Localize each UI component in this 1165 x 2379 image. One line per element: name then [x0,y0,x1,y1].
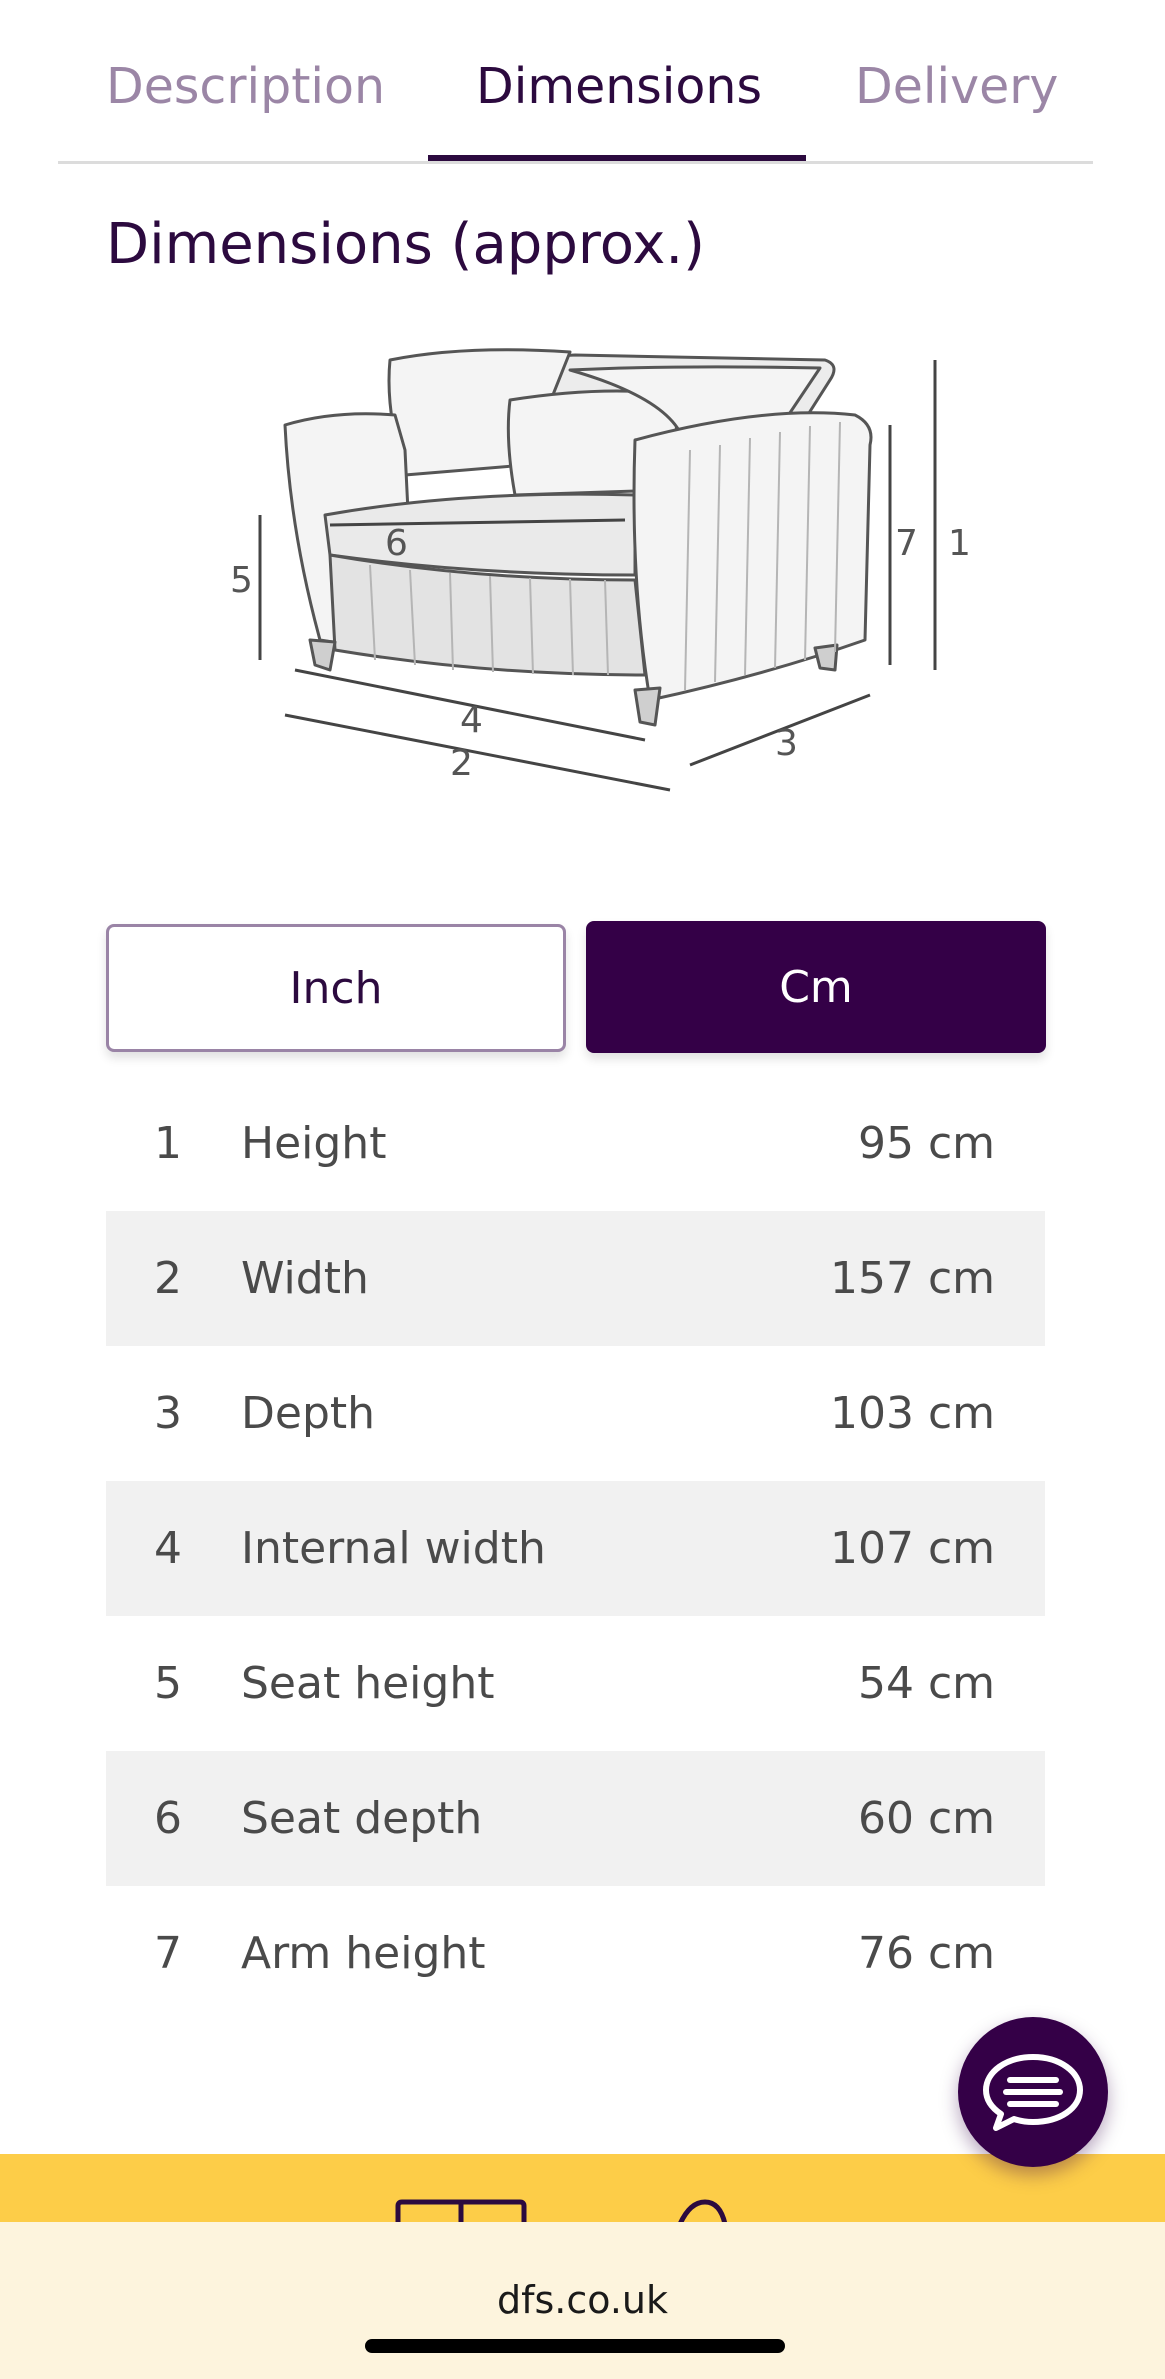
cm-toggle-button[interactable]: Cm [586,921,1046,1053]
dimension-number: 7 [154,1928,182,1979]
dimension-label: Height [241,1118,387,1169]
diagram-label-5: 5 [230,560,253,601]
chat-button[interactable] [958,2017,1108,2167]
bottom-nav-bar [0,2154,1165,2226]
diagram-label-6: 6 [385,523,408,564]
dimension-number: 6 [154,1793,182,1844]
dimension-label: Seat height [241,1658,495,1709]
diagram-label-7: 7 [895,523,918,564]
dimension-value: 95 cm [857,1118,995,1169]
bottom-nav-icons [395,2199,728,2226]
dimension-number: 4 [154,1523,182,1574]
dimension-value: 157 cm [829,1253,995,1304]
dimension-value: 54 cm [857,1658,995,1709]
dimension-number: 2 [154,1253,182,1304]
table-row: 7 Arm height 76 cm [106,1886,1045,2021]
dimension-value: 76 cm [857,1928,995,1979]
tab-bar: Description Dimensions Delivery [58,0,1093,164]
dimensions-table: 1 Height 95 cm 2 Width 157 cm 3 Depth 10… [106,1076,1045,2021]
dimension-number: 3 [154,1388,182,1439]
table-row: 1 Height 95 cm [106,1076,1045,1211]
dimension-value: 103 cm [829,1388,995,1439]
dimension-label: Internal width [241,1523,546,1574]
home-indicator[interactable] [365,2339,785,2353]
active-tab-indicator [428,155,806,161]
dimension-number: 1 [154,1118,182,1169]
tab-dimensions[interactable]: Dimensions [476,58,762,115]
browser-address-bar: dfs.co.uk [0,2222,1165,2379]
table-row: 5 Seat height 54 cm [106,1616,1045,1751]
diagram-label-3: 3 [775,723,798,764]
dimension-value: 107 cm [829,1523,995,1574]
table-row: 4 Internal width 107 cm [106,1481,1045,1616]
url-display[interactable]: dfs.co.uk [0,2278,1165,2322]
dimension-label: Seat depth [241,1793,483,1844]
dimension-label: Arm height [241,1928,486,1979]
dimension-label: Depth [241,1388,376,1439]
diagram-label-1: 1 [948,523,971,564]
section-heading: Dimensions (approx.) [106,212,706,277]
sofa-dimension-diagram: 1 2 3 4 5 6 7 [230,348,971,792]
table-row: 3 Depth 103 cm [106,1346,1045,1481]
tab-description[interactable]: Description [106,58,385,115]
diagram-label-4: 4 [460,700,483,741]
table-row: 6 Seat depth 60 cm [106,1751,1045,1886]
chat-bubble-icon [983,2054,1083,2131]
dimension-number: 5 [154,1658,182,1709]
inch-toggle-button[interactable]: Inch [106,924,566,1052]
tab-delivery[interactable]: Delivery [855,58,1058,115]
diagram-label-2: 2 [450,743,473,784]
dimension-value: 60 cm [857,1793,995,1844]
table-row: 2 Width 157 cm [106,1211,1045,1346]
dimension-label: Width [241,1253,369,1304]
